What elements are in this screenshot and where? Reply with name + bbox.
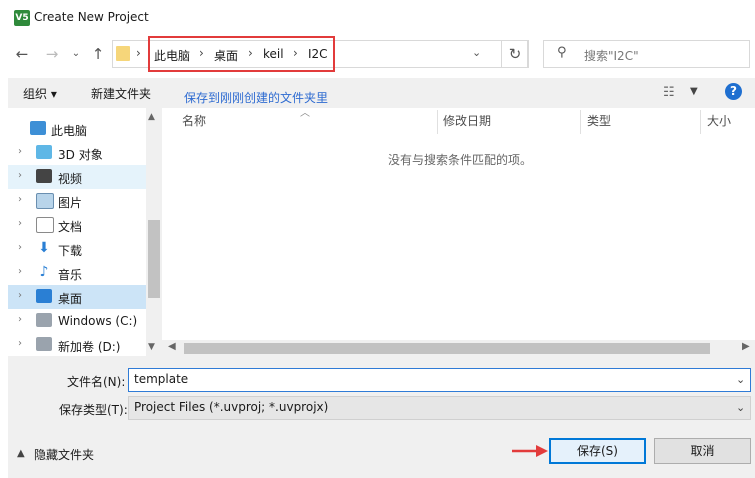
nav-item[interactable]: › 桌面 bbox=[8, 285, 146, 309]
desktop-icon bbox=[36, 289, 52, 303]
nav-item-label: 图片 bbox=[58, 196, 83, 210]
drive-icon bbox=[36, 337, 52, 351]
expand-chevron-icon[interactable]: › bbox=[18, 290, 22, 301]
breadcrumb-separator-icon[interactable]: › bbox=[136, 46, 141, 60]
nav-item[interactable]: › 文档 bbox=[8, 213, 146, 237]
organize-button[interactable]: 组织 ▾ bbox=[23, 85, 57, 102]
filename-input[interactable] bbox=[128, 368, 751, 392]
window-title: Create New Project bbox=[34, 10, 149, 24]
column-divider[interactable] bbox=[437, 110, 438, 134]
recent-locations-chevron-icon[interactable]: ⌄ bbox=[64, 42, 88, 66]
search-placeholder[interactable]: 搜索"I2C" bbox=[584, 47, 639, 64]
nav-item-label: 文档 bbox=[58, 220, 83, 234]
pointer-arrow-annotation bbox=[512, 445, 548, 457]
new-folder-button[interactable]: 新建文件夹 bbox=[91, 85, 151, 102]
drive-icon bbox=[36, 313, 52, 327]
view-dropdown-chevron-icon[interactable]: ▼ bbox=[690, 86, 698, 97]
column-divider[interactable] bbox=[580, 110, 581, 134]
nav-item[interactable]: › 新加卷 (D:) bbox=[8, 333, 146, 357]
nav-scrollbar-thumb[interactable] bbox=[148, 220, 160, 298]
save-button[interactable]: 保存(S) bbox=[549, 438, 646, 464]
nav-item-label: 视频 bbox=[58, 172, 83, 186]
forward-arrow-icon[interactable]: → bbox=[40, 42, 64, 66]
video-icon bbox=[36, 169, 52, 183]
expand-chevron-icon[interactable]: › bbox=[18, 218, 22, 229]
app-icon: V5 bbox=[14, 10, 30, 26]
nav-item-label: 音乐 bbox=[58, 268, 83, 282]
cube-icon bbox=[36, 145, 52, 159]
expand-chevron-icon[interactable]: › bbox=[18, 314, 22, 325]
path-highlight-box bbox=[148, 36, 335, 72]
content-scrollbar-thumb[interactable] bbox=[184, 343, 710, 354]
nav-item-label: 3D 对象 bbox=[58, 148, 103, 162]
download-icon: ⬇ bbox=[38, 240, 50, 256]
expand-chevron-icon[interactable]: › bbox=[18, 242, 22, 253]
expand-chevron-icon[interactable]: › bbox=[18, 146, 22, 157]
pictures-icon bbox=[36, 193, 54, 209]
expand-chevron-icon[interactable]: › bbox=[18, 194, 22, 205]
column-header-type[interactable]: 类型 bbox=[587, 112, 611, 136]
nav-item[interactable]: › 视频 bbox=[8, 165, 146, 189]
column-header-date-modified[interactable]: 修改日期 bbox=[443, 112, 491, 136]
column-divider[interactable] bbox=[700, 110, 701, 134]
nav-item-label: 桌面 bbox=[58, 292, 83, 306]
filename-value[interactable]: template bbox=[134, 372, 188, 386]
scroll-right-arrow-icon[interactable]: ▶ bbox=[742, 341, 750, 352]
computer-icon bbox=[30, 121, 46, 135]
nav-item[interactable]: 此电脑 bbox=[8, 117, 146, 141]
filetype-label: 保存类型(T): bbox=[59, 403, 128, 417]
filetype-value[interactable]: Project Files (*.uvproj; *.uvprojx) bbox=[134, 400, 328, 414]
sort-indicator-icon: ︿ bbox=[300, 108, 310, 119]
scroll-left-arrow-icon[interactable]: ◀ bbox=[168, 341, 176, 352]
empty-folder-message: 没有与搜索条件匹配的项。 bbox=[388, 153, 533, 167]
view-options-icon[interactable]: ☷ bbox=[663, 85, 675, 100]
music-icon: ♪ bbox=[39, 264, 49, 280]
column-header-size[interactable]: 大小 bbox=[707, 112, 731, 136]
nav-item-label: 此电脑 bbox=[51, 124, 88, 138]
filetype-dropdown-chevron-icon[interactable]: ⌄ bbox=[736, 401, 745, 414]
nav-item-label: 新加卷 (D:) bbox=[58, 340, 121, 354]
cancel-button[interactable]: 取消 bbox=[654, 438, 751, 464]
filename-dropdown-chevron-icon[interactable]: ⌄ bbox=[736, 373, 745, 386]
nav-item[interactable]: › 图片 bbox=[8, 189, 146, 213]
expand-chevron-icon[interactable]: › bbox=[18, 266, 22, 277]
search-box[interactable] bbox=[543, 40, 750, 68]
refresh-icon[interactable]: ↻ bbox=[501, 40, 529, 68]
expand-chevron-icon[interactable]: › bbox=[18, 170, 22, 181]
help-icon[interactable]: ? bbox=[725, 83, 742, 100]
scroll-down-arrow-icon[interactable]: ▼ bbox=[148, 342, 155, 352]
nav-item-label: 下载 bbox=[58, 244, 83, 258]
up-arrow-icon[interactable]: ↑ bbox=[86, 42, 110, 66]
back-arrow-icon[interactable]: ← bbox=[10, 42, 34, 66]
search-icon: ⚲ bbox=[557, 45, 567, 60]
hide-folders-toggle[interactable]: 隐藏文件夹 bbox=[34, 446, 94, 463]
nav-item[interactable]: › ♪ 音乐 bbox=[8, 261, 146, 285]
address-dropdown-chevron-icon[interactable]: ⌄ bbox=[472, 46, 481, 59]
expand-chevron-icon[interactable]: › bbox=[18, 338, 22, 349]
nav-item[interactable]: › 3D 对象 bbox=[8, 141, 146, 165]
background-window-strip bbox=[0, 0, 8, 478]
folder-icon bbox=[116, 46, 130, 61]
documents-icon bbox=[36, 217, 54, 233]
nav-item[interactable]: › Windows (C:) bbox=[8, 309, 146, 333]
collapse-triangle-icon[interactable]: ▲ bbox=[17, 448, 25, 459]
column-header-name[interactable]: 名称 bbox=[182, 112, 206, 136]
nav-item-label: Windows (C:) bbox=[58, 314, 138, 328]
nav-item[interactable]: › ⬇ 下载 bbox=[8, 237, 146, 261]
scroll-up-arrow-icon[interactable]: ▲ bbox=[148, 112, 155, 122]
filename-label: 文件名(N): bbox=[67, 375, 126, 389]
